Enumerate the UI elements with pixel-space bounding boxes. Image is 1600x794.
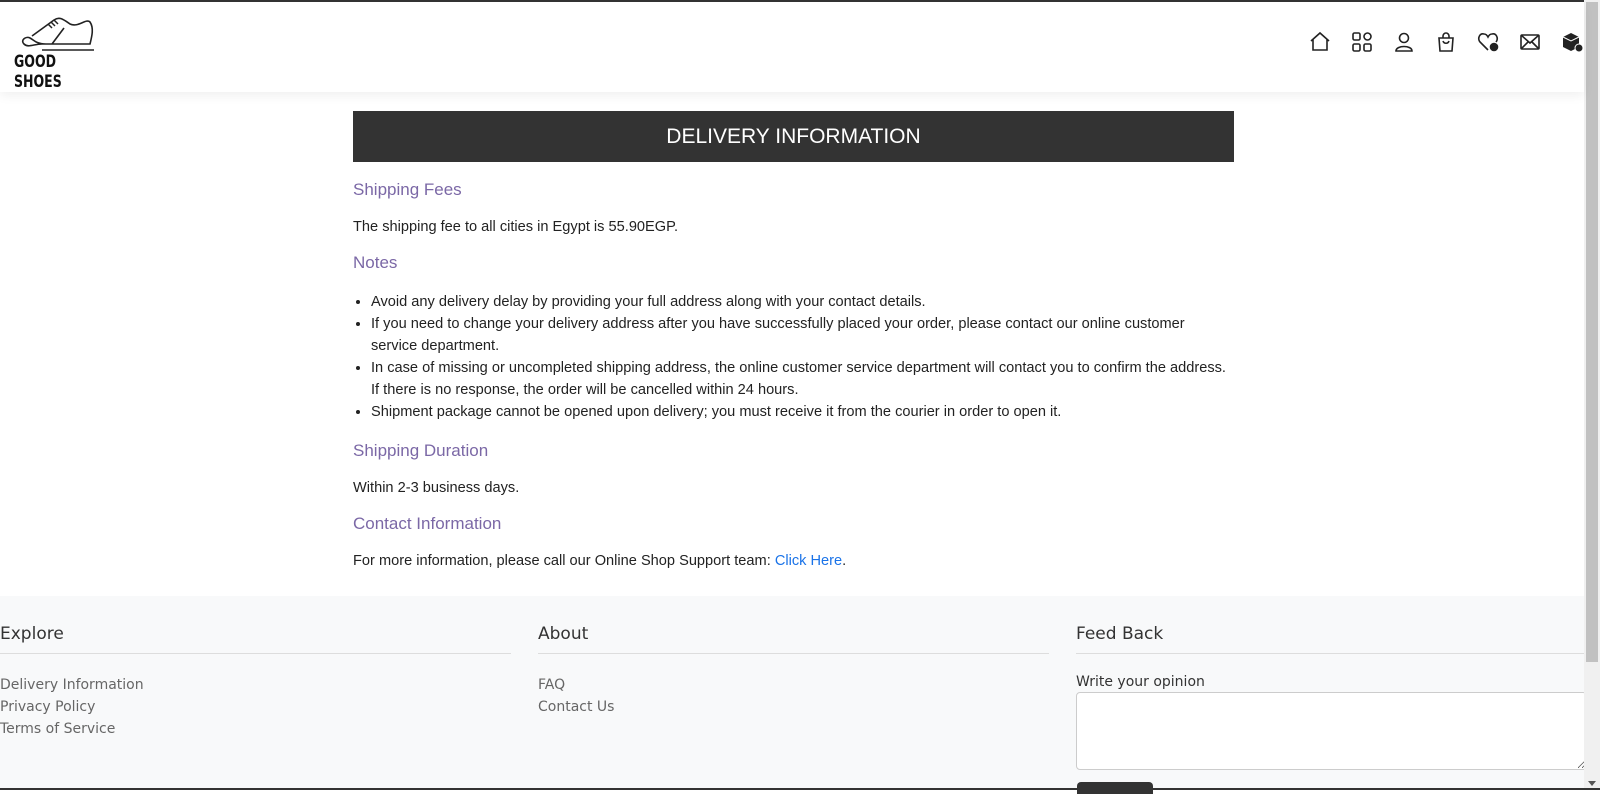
shoe-logo-icon	[12, 14, 102, 52]
scrollbar-thumb[interactable]	[1586, 2, 1598, 662]
list-item: In case of missing or uncompleted shippi…	[371, 357, 1234, 401]
orders-box-icon[interactable]	[1560, 30, 1584, 54]
footer-link-delivery-information[interactable]: Delivery Information	[0, 674, 511, 696]
shopping-bag-icon[interactable]	[1434, 30, 1458, 54]
footer-link-privacy-policy[interactable]: Privacy Policy	[0, 696, 511, 718]
header-icons	[1308, 30, 1584, 54]
scroll-down-arrow-icon[interactable]	[1588, 781, 1596, 786]
logo[interactable]: GOOD SHOES	[12, 14, 112, 76]
footer-link-contact-us[interactable]: Contact Us	[538, 696, 1049, 718]
click-here-link[interactable]: Click Here	[775, 553, 842, 569]
footer-link-terms-of-service[interactable]: Terms of Service	[0, 718, 511, 740]
section-heading-notes: Notes	[353, 253, 1234, 273]
home-icon[interactable]	[1308, 30, 1332, 54]
footer-link-faq[interactable]: FAQ	[538, 674, 1049, 696]
shipping-fee-text: The shipping fee to all cities in Egypt …	[353, 219, 1234, 235]
list-item: Shipment package cannot be opened upon d…	[371, 401, 1234, 423]
page-title: DELIVERY INFORMATION	[353, 111, 1234, 162]
contact-text: For more information, please call our On…	[353, 553, 1234, 569]
section-heading-contact: Contact Information	[353, 514, 1234, 534]
site-header: GOOD SHOES	[0, 2, 1584, 92]
footer-about: About FAQ Contact Us	[538, 624, 1049, 718]
footer-heading-feedback: Feed Back	[1076, 624, 1587, 654]
notes-list: Avoid any delivery delay by providing yo…	[353, 291, 1234, 423]
feedback-label: Write your opinion	[1076, 674, 1587, 690]
feedback-textarea[interactable]	[1076, 692, 1587, 770]
categories-grid-icon[interactable]	[1350, 30, 1374, 54]
delivery-info-content: DELIVERY INFORMATION Shipping Fees The s…	[353, 111, 1234, 569]
list-item: Avoid any delivery delay by providing yo…	[371, 291, 1234, 313]
section-heading-shipping-duration: Shipping Duration	[353, 441, 1234, 461]
list-item: If you need to change your delivery addr…	[371, 313, 1234, 357]
footer-feedback: Feed Back Write your opinion	[1076, 624, 1587, 770]
site-footer: Explore Delivery Information Privacy Pol…	[0, 596, 1584, 790]
wishlist-heart-icon[interactable]	[1476, 30, 1500, 54]
mail-icon[interactable]	[1518, 30, 1542, 54]
footer-heading-about: About	[538, 624, 1049, 654]
footer-heading-explore: Explore	[0, 624, 511, 654]
user-icon[interactable]	[1392, 30, 1416, 54]
logo-text: GOOD SHOES	[14, 52, 94, 92]
shipping-duration-text: Within 2-3 business days.	[353, 480, 1234, 496]
footer-explore: Explore Delivery Information Privacy Pol…	[0, 624, 511, 740]
section-heading-shipping-fees: Shipping Fees	[353, 180, 1234, 200]
page-scrollbar[interactable]	[1584, 0, 1600, 790]
